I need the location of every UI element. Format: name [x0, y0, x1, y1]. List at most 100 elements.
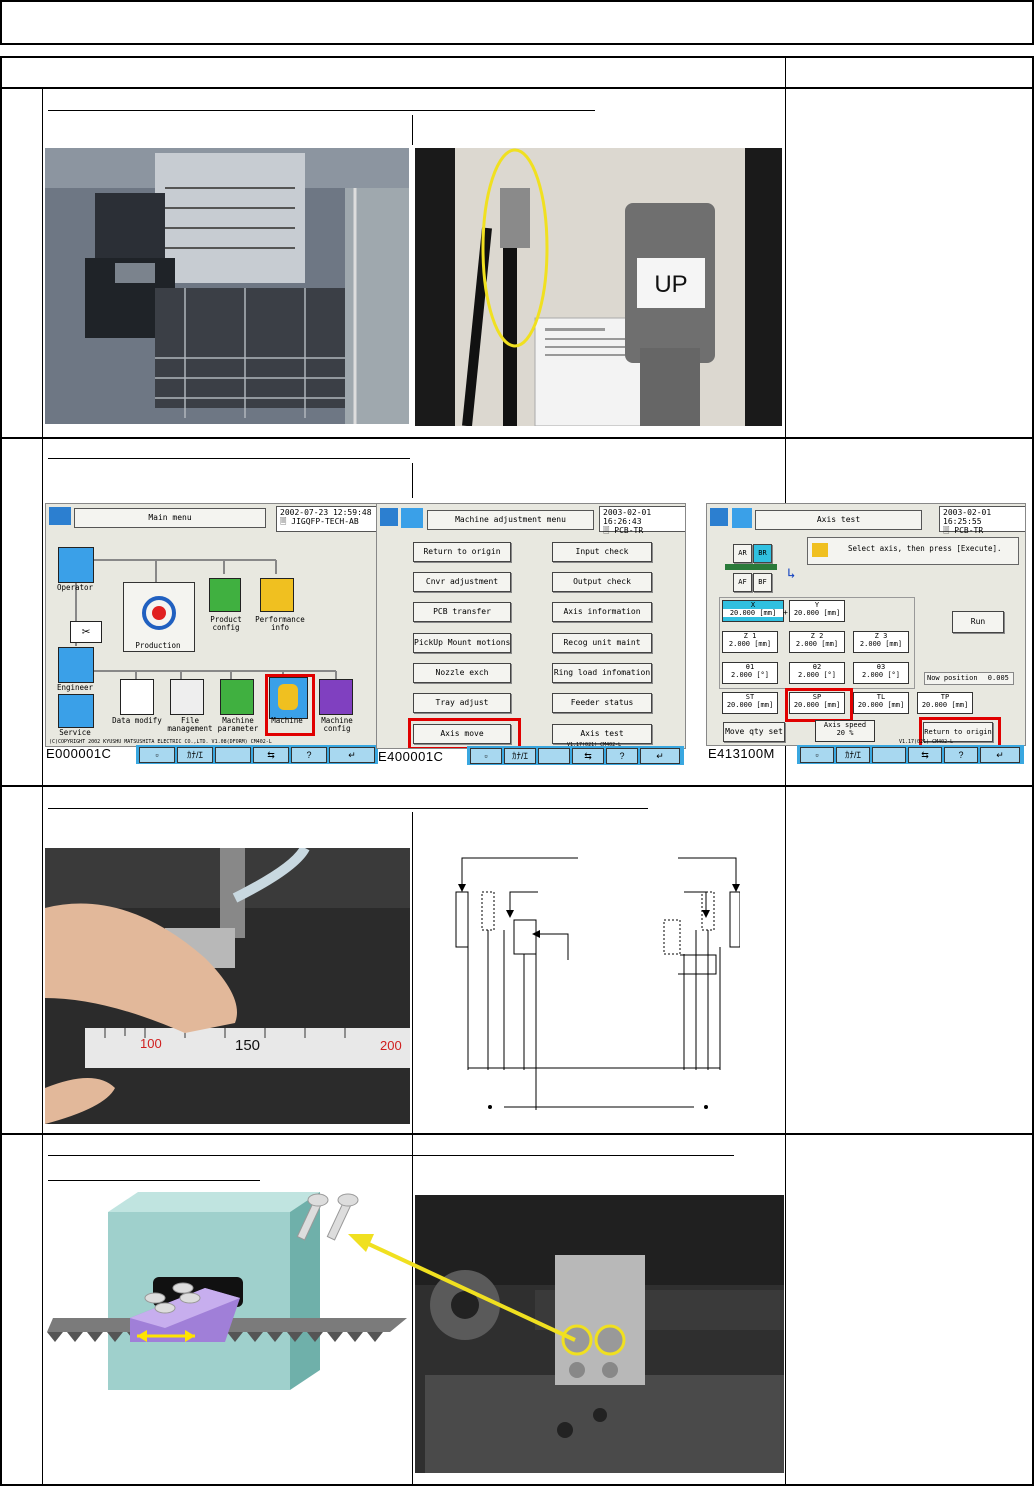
pcb-transfer-button[interactable]: PCB transfer	[413, 602, 511, 622]
function-key-bar: ▫ ｶﾅ/ｴ ⇆ ? ↵	[467, 746, 684, 765]
axis-z3-field[interactable]: Z 3 2.000 [mm]	[853, 631, 909, 653]
fkey-transfer[interactable]: ⇆	[572, 748, 604, 764]
step-heading-underline	[48, 1180, 260, 1181]
axis-unit: [mm]	[821, 640, 839, 648]
adjustment-menu-screen: Machine adjustment menu 2003-02-01 16:26…	[376, 503, 686, 749]
file-management-button[interactable]	[170, 679, 204, 715]
run-button[interactable]: Run	[952, 611, 1004, 633]
axis-name: θ2	[812, 663, 822, 671]
fkey-help[interactable]: ?	[291, 747, 327, 763]
fkey-transfer[interactable]: ⇆	[253, 747, 289, 763]
machine-config-button[interactable]	[319, 679, 353, 715]
step-heading-underline	[48, 808, 648, 809]
program-name: 🗏 JIGQFP-TECH-AB	[280, 517, 359, 526]
fkey-window[interactable]: ▫	[139, 747, 175, 763]
ring-load-information-button[interactable]: Ring load infomation	[552, 663, 652, 683]
hand-icon	[401, 508, 423, 528]
frame-line	[0, 56, 2, 1486]
axis-test-button[interactable]: Axis test	[552, 724, 652, 744]
axis-st-field[interactable]: ST 20.000 [mm]	[722, 692, 778, 714]
ruler-measurement-photo: 100 150 200	[45, 848, 410, 1124]
fkey-kana[interactable]: ｶﾅ/ｴ	[177, 747, 213, 763]
fkey-window[interactable]: ▫	[470, 748, 502, 764]
axis-unit: [mm]	[885, 640, 903, 648]
axis-name: Y	[814, 601, 820, 609]
pickup-mount-motions-button[interactable]: PickUp Mount motions	[413, 633, 511, 653]
fkey-kana[interactable]: ｶﾅ/ｴ	[504, 748, 536, 764]
axis-tl-field[interactable]: TL 20.000 [mm]	[853, 692, 909, 714]
fkey-help[interactable]: ?	[606, 748, 638, 764]
ruler-mark: 200	[380, 1038, 402, 1053]
step-heading-underline	[48, 110, 595, 111]
axis-y-field[interactable]: Y 20.000 [mm]	[789, 600, 845, 622]
fkey-blank[interactable]	[872, 747, 906, 763]
fkey-blank[interactable]	[538, 748, 570, 764]
conveyor-br[interactable]: BR	[753, 544, 772, 563]
output-check-button[interactable]: Output check	[552, 572, 652, 592]
operator-icon	[710, 508, 728, 526]
spacing-diagram	[455, 857, 740, 1110]
axis-theta2-field[interactable]: θ2 2.000 [°]	[789, 662, 845, 684]
machine-parameter-button[interactable]	[220, 679, 254, 715]
axis-name: Z 2	[810, 632, 824, 640]
fkey-window[interactable]: ▫	[800, 747, 834, 763]
datetime: 2003-02-01 16:25:55 🗏 PCB-TR	[939, 506, 1025, 535]
conveyor-bf[interactable]: BF	[753, 573, 772, 592]
axis-unit: [mm]	[756, 701, 774, 709]
frame-line	[42, 87, 43, 1486]
axis-x-field[interactable]: X 20.000 [mm]	[722, 600, 784, 622]
axis-speed-field[interactable]: Axis speed 20 %	[815, 720, 875, 742]
file-management-label: File management	[167, 716, 213, 733]
axis-tp-field[interactable]: TP 20.000 [mm]	[917, 692, 973, 714]
axis-z2-field[interactable]: Z 2 2.000 [mm]	[789, 631, 845, 653]
nozzle-exch-button[interactable]: Nozzle exch	[413, 663, 511, 683]
program-text: PCB-TR	[614, 526, 644, 535]
move-qty-set-button[interactable]: Move qty set	[723, 722, 785, 742]
step-heading-underline	[48, 1155, 734, 1156]
axis-theta1-field[interactable]: θ1 2.000 [°]	[722, 662, 778, 684]
ruler-mark: 150	[235, 1037, 260, 1054]
instruction-box: Select axis, then press [Execute].	[807, 537, 1019, 565]
pointer-arrow	[348, 1234, 576, 1342]
axis-name: TP	[940, 693, 950, 701]
fkey-kana[interactable]: ｶﾅ/ｴ	[836, 747, 870, 763]
datetime-text: 2003-02-01 16:25:55	[943, 508, 992, 526]
feeder-status-button[interactable]: Feeder status	[552, 693, 652, 713]
machine-photo	[45, 148, 409, 424]
service-button[interactable]	[58, 694, 94, 728]
performance-info-button[interactable]	[260, 578, 294, 612]
program-text: JIGQFP-TECH-AB	[291, 517, 359, 526]
axis-theta3-field[interactable]: θ3 2.000 [°]	[853, 662, 909, 684]
frame-line	[412, 463, 413, 498]
performance-info-label: Performance info	[255, 615, 305, 632]
frame-line	[0, 87, 1034, 89]
frame-line	[412, 115, 413, 145]
axis-name: TL	[876, 693, 886, 701]
input-check-button[interactable]: Input check	[552, 542, 652, 562]
tray-adjust-button[interactable]: Tray adjust	[413, 693, 511, 713]
engineer-button[interactable]	[58, 647, 94, 683]
fkey-return[interactable]: ↵	[640, 748, 680, 764]
frame-line	[0, 1133, 1034, 1135]
fkey-blank[interactable]	[215, 747, 251, 763]
axis-information-button[interactable]: Axis information	[552, 602, 652, 622]
conveyor-ar[interactable]: AR	[733, 544, 752, 563]
axis-z1-field[interactable]: Z 1 2.000 [mm]	[722, 631, 778, 653]
recog-unit-maint-button[interactable]: Recog unit maint	[552, 633, 652, 653]
product-config-button[interactable]	[209, 578, 241, 612]
fkey-return[interactable]: ↵	[329, 747, 375, 763]
return-to-origin-button[interactable]: Return to origin	[413, 542, 511, 562]
fkey-return[interactable]: ↵	[980, 747, 1020, 763]
axis-value: 20.000 [mm]	[723, 609, 783, 617]
cnvr-adjustment-button[interactable]: Cnvr adjustment	[413, 572, 511, 592]
fkey-help[interactable]: ?	[944, 747, 978, 763]
operator-button[interactable]	[58, 547, 94, 583]
fkey-transfer[interactable]: ⇆	[908, 747, 942, 763]
conveyor-af[interactable]: AF	[733, 573, 752, 592]
function-key-bar: ▫ ｶﾅ/ｴ ⇆ ? ↵	[136, 745, 378, 764]
service-label: Service	[59, 728, 91, 737]
data-modify-button[interactable]	[120, 679, 154, 715]
frame-line	[0, 56, 1034, 58]
product-config-label: Product config	[210, 615, 242, 632]
axis-value-text: 20.000	[793, 609, 820, 617]
